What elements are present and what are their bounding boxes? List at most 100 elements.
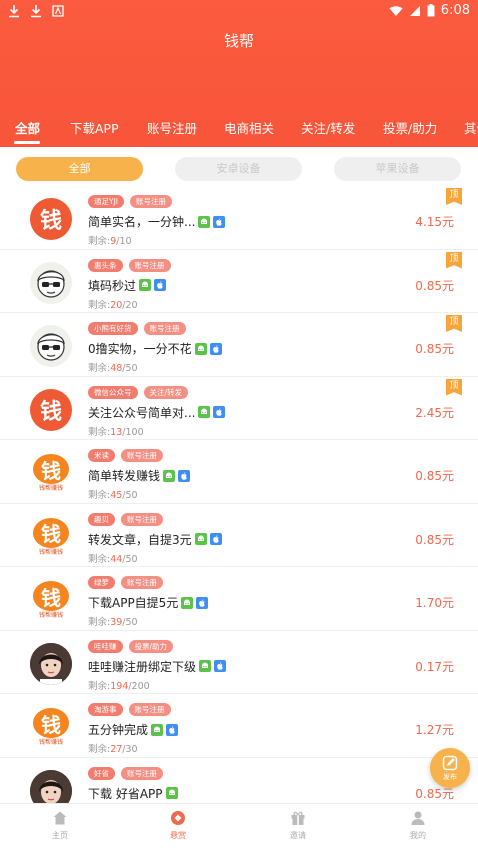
task-tag: 账号注册 — [143, 322, 186, 335]
remaining-label: 剩余: — [88, 299, 111, 311]
task-title-line: 哇哇赚注册绑定下级 — [88, 658, 227, 675]
task-row[interactable]: 小熊有好货 账号注册 0撸实物，一分不花 剩余:48/50 0.85元 顶 — [0, 313, 478, 377]
android-icon — [181, 596, 194, 609]
android-icon — [165, 787, 178, 799]
task-row[interactable]: 钱 微信公众号 关注/转发 关注公众号简单对... 剩余:13/100 2.45元 顶 — [0, 377, 478, 440]
task-row[interactable]: 惠头条 账号注册 填码秒过 剩余:20/20 0.85元 顶 — [0, 250, 478, 313]
task-avatar — [30, 769, 72, 803]
segment-android[interactable]: 安卓设备 — [175, 157, 302, 181]
task-avatar: 钱 — [30, 388, 72, 431]
nav-home[interactable]: 主页 — [30, 810, 90, 841]
task-tags: 绿萝 账号注册 — [88, 576, 163, 589]
segment-all[interactable]: 全部 — [16, 157, 143, 181]
segment-ios[interactable]: 苹果设备 — [334, 157, 461, 181]
task-title-line: 转发文章，自提3元 — [88, 531, 222, 548]
android-icon — [198, 406, 211, 418]
girl-portrait-icon — [30, 642, 72, 685]
status-bar: 6:08 — [0, 0, 478, 24]
task-avatar — [30, 642, 72, 685]
android-icon — [194, 342, 207, 355]
remaining-count: 13 — [110, 426, 123, 438]
apple-icon — [213, 406, 226, 418]
remaining-label: 剩余: — [88, 426, 111, 438]
task-row[interactable]: 钱 通足YJI 账号注册 简单实名，一分钟... 剩余:9/10 4.15元 顶 — [0, 186, 478, 250]
task-row[interactable]: 钱钱帮赚钱 绿萝 账号注册 下载APP自提5元 剩余:39/50 1.70元 — [0, 567, 478, 631]
tab-follow-forward[interactable]: 关注/转发 — [301, 120, 355, 146]
remaining-count: 20 — [110, 299, 123, 311]
remaining-label: 剩余: — [88, 744, 111, 755]
qian-logo-caption: 钱帮赚钱 — [38, 548, 63, 556]
remaining-count: 27 — [110, 744, 123, 755]
task-tags: 趣贝 账号注册 — [88, 512, 163, 526]
apple-icon — [166, 723, 179, 736]
task-tags: 淘游事 账号注册 — [88, 703, 171, 716]
nav-reward[interactable]: 悬赏 — [148, 810, 208, 841]
apple-icon — [213, 215, 226, 228]
task-tag: 惠头条 — [88, 258, 123, 272]
tab-other[interactable]: 其他 — [464, 120, 478, 146]
task-row[interactable]: 好省 账号注册 下载 好省APP 0.85元 — [0, 758, 478, 803]
girl-portrait-icon — [30, 769, 72, 803]
wifi-icon — [389, 5, 403, 16]
task-row[interactable]: 钱钱帮赚钱 趣贝 账号注册转发文章，自提3元 剩余:44/50 0.85元 — [0, 504, 478, 567]
qian-logo-char: 钱 — [33, 517, 69, 548]
task-title: 0撸实物，一分不花 — [88, 342, 192, 356]
task-tags: 米读 账号注册 — [88, 449, 163, 462]
task-tag: 关注/转发 — [143, 385, 189, 399]
task-avatar: 钱钱帮赚钱 — [30, 579, 72, 621]
nav-mine[interactable]: 我的 — [388, 810, 448, 841]
task-title: 五分钟完成 — [88, 723, 149, 737]
task-row[interactable]: 哇哇赚 投票/助力 哇哇赚注册绑定下级 剩余:194/200 0.17元 — [0, 631, 478, 694]
status-time: 6:08 — [440, 3, 470, 18]
task-tag: 微信公众号 — [88, 385, 138, 399]
nav-invite-label: 邀请 — [290, 831, 306, 840]
apple-icon — [178, 469, 191, 482]
cartoon-face-icon — [37, 269, 65, 298]
task-tag: 绿萝 — [88, 576, 115, 589]
nav-invite[interactable]: 邀请 — [268, 810, 328, 841]
tab-ecommerce[interactable]: 电商相关 — [224, 120, 274, 146]
tab-account-register[interactable]: 账号注册 — [147, 120, 197, 146]
task-price: 1.70元 — [415, 596, 454, 610]
task-price: 0.17元 — [415, 659, 454, 674]
task-title: 简单实名，一分钟... — [88, 215, 196, 229]
pinned-badge: 顶 — [446, 378, 462, 396]
publish-button[interactable]: 发布 — [430, 748, 470, 788]
remaining-count: 194 — [110, 680, 129, 692]
remaining-label: 剩余: — [88, 363, 111, 374]
task-avatar: 钱 — [30, 198, 72, 240]
task-tag: 米读 — [88, 449, 115, 462]
task-price: 0.85元 — [415, 342, 454, 356]
bottom-nav: 主页 悬赏 邀请 我的 — [0, 803, 478, 848]
task-tags: 哇哇赚 投票/助力 — [88, 639, 174, 653]
tab-vote-assist[interactable]: 投票/助力 — [383, 120, 437, 146]
android-icon — [194, 533, 207, 545]
app-root: 6:08 钱帮 全部 下载APP 账号注册 电商相关 关注/转发 投票/助力 其… — [0, 0, 478, 848]
remaining-count: 44 — [110, 553, 123, 565]
task-remaining: 剩余:20/20 — [88, 299, 138, 311]
android-icon — [163, 469, 176, 482]
task-tag: 好省 — [88, 766, 115, 780]
remaining-count: 39 — [110, 617, 123, 628]
task-row[interactable]: 钱钱帮赚钱 淘游事 账号注册 五分钟完成 剩余:27/30 1.27元 — [0, 694, 478, 758]
task-row[interactable]: 钱钱帮赚钱 米读 账号注册 简单转发赚钱 剩余:45/50 0.85元 — [0, 440, 478, 504]
task-title: 下载APP自提5元 — [88, 596, 179, 610]
task-tag: 投票/助力 — [128, 639, 174, 653]
task-title: 下载 好省APP — [88, 786, 163, 801]
task-tags: 微信公众号 关注/转发 — [88, 385, 189, 399]
task-title: 转发文章，自提3元 — [88, 532, 192, 547]
android-icon — [198, 215, 211, 228]
nav-mine-label: 我的 — [410, 831, 426, 840]
remaining-label: 剩余: — [88, 236, 111, 247]
remaining-count: 45 — [110, 490, 123, 501]
task-remaining: 剩余:44/50 — [88, 553, 138, 565]
total-count: 50 — [125, 363, 138, 374]
task-price: 0.85元 — [415, 532, 454, 547]
edit-icon — [442, 755, 458, 770]
task-title-line: 简单实名，一分钟... — [88, 213, 226, 230]
task-tag: 小熊有好货 — [88, 322, 138, 335]
battery-icon — [427, 4, 435, 17]
tab-download-app[interactable]: 下载APP — [70, 120, 119, 146]
task-remaining: 剩余:27/30 — [88, 744, 138, 755]
apple-icon — [154, 279, 167, 291]
